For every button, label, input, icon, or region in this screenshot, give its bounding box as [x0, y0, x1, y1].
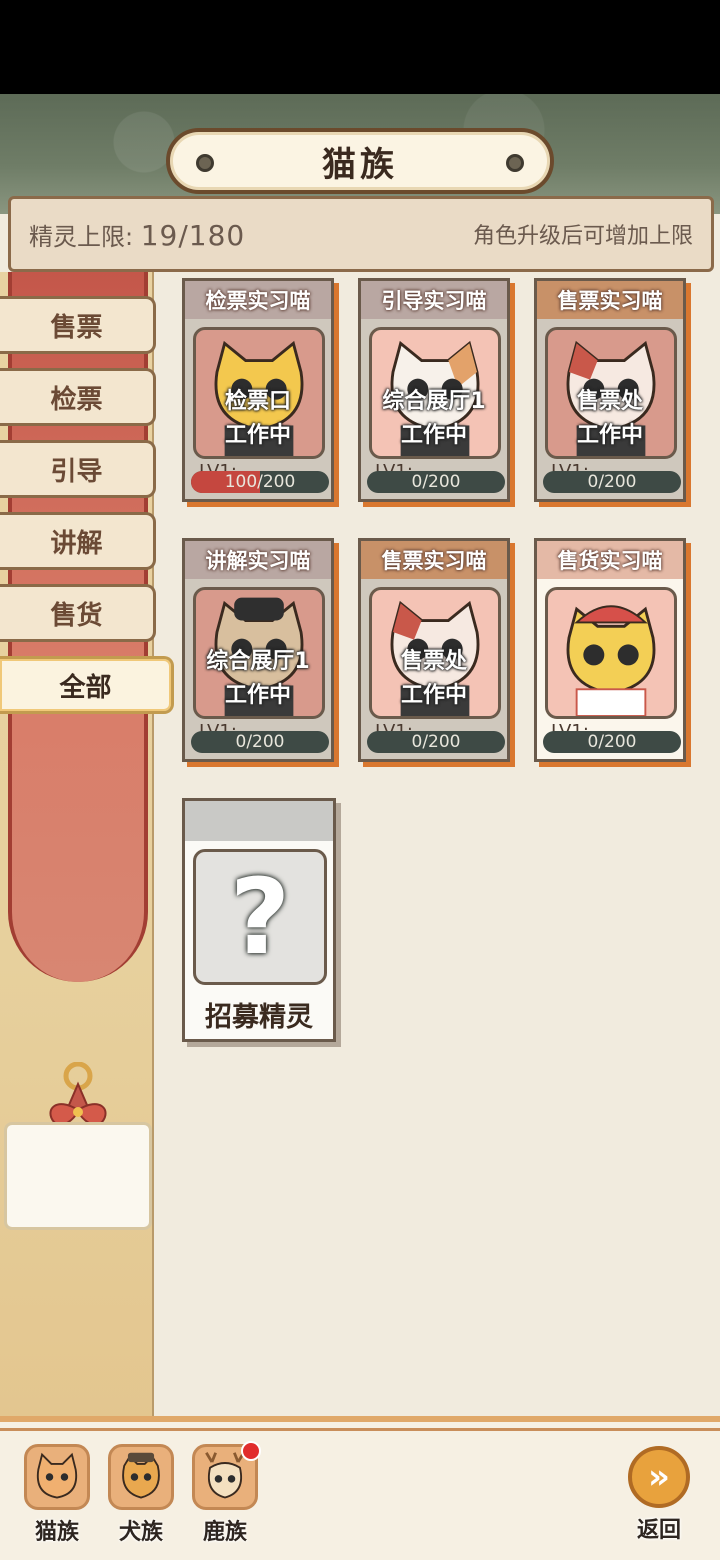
- spirit-card[interactable]: 引导实习喵 综合展厅1 工作中 LV1: 0/200: [358, 278, 510, 502]
- tab-all[interactable]: 全部: [0, 656, 174, 714]
- spirit-limit-bar: 精灵上限: 19/180 角色升级后可增加上限: [8, 196, 714, 272]
- status-bar: [0, 0, 720, 94]
- spirit-card[interactable]: 售货实习喵 LV1: 0/200: [534, 538, 686, 762]
- dog-icon: [108, 1444, 174, 1510]
- exp-progress-bar: 0/200: [191, 731, 329, 753]
- tab-label: 全部: [59, 672, 112, 703]
- tab-ticket-check[interactable]: 检票: [0, 368, 156, 426]
- card-title: 售票实习喵: [361, 541, 507, 579]
- spirit-card[interactable]: 检票实习喵 检票口 工作中 LV1: 100/200: [182, 278, 334, 502]
- work-location: 售票处: [576, 389, 643, 414]
- question-mark-icon: ?: [229, 856, 291, 978]
- tab-label: 引导: [50, 456, 103, 487]
- nav-dog-clan[interactable]: 犬族: [106, 1444, 176, 1554]
- card-title: 售货实习喵: [537, 541, 683, 579]
- tab-label: 讲解: [50, 528, 103, 559]
- page-title: 猫族: [322, 144, 398, 185]
- back-button[interactable]: » 返回: [626, 1446, 692, 1556]
- nav-label: 犬族: [118, 1520, 163, 1545]
- exp-progress-bar: 0/200: [367, 471, 505, 493]
- game-screen: 猫族 精灵上限: 19/180 角色升级后可增加上限 售票 检票 引导 讲解 售…: [0, 94, 720, 1560]
- card-title: 讲解实习喵: [185, 541, 331, 579]
- tab-label: 检票: [50, 384, 103, 415]
- work-location: 综合展厅1: [382, 389, 486, 414]
- work-status: 综合展厅1 工作中: [185, 645, 331, 713]
- card-title: 检票实习喵: [185, 281, 331, 319]
- nav-label: 鹿族: [202, 1520, 247, 1545]
- exp-progress-bar: 0/200: [367, 731, 505, 753]
- tab-guide[interactable]: 引导: [0, 440, 156, 498]
- exp-progress-text: 0/200: [587, 472, 637, 492]
- work-state: 工作中: [576, 423, 643, 448]
- tab-ticket-sales[interactable]: 售票: [0, 296, 156, 354]
- spirit-limit-hint: 角色升级后可增加上限: [472, 224, 693, 249]
- recruit-card-header: [185, 801, 333, 841]
- card-title: 售票实习喵: [537, 281, 683, 319]
- nav-label: 猫族: [34, 1520, 79, 1545]
- exp-progress-text: 0/200: [587, 732, 637, 752]
- work-state: 工作中: [400, 423, 467, 448]
- sidebar: 售票 检票 引导 讲解 售货 全部: [0, 272, 174, 1422]
- work-state: 工作中: [224, 423, 291, 448]
- exp-progress-text: 0/200: [411, 472, 461, 492]
- plaque-rivet-icon: [506, 154, 524, 172]
- work-status: 售票处 工作中: [361, 645, 507, 713]
- tab-explain[interactable]: 讲解: [0, 512, 156, 570]
- work-state: 工作中: [400, 683, 467, 708]
- title-plaque: 猫族: [166, 128, 554, 194]
- cat-portrait-icon: [545, 587, 677, 719]
- tab-label: 售货: [50, 600, 103, 631]
- cat-icon: [24, 1444, 90, 1510]
- exp-progress-bar: 100/200: [191, 471, 329, 493]
- exp-progress-text: 100/200: [224, 472, 296, 492]
- chevron-right-icon: »: [628, 1446, 690, 1508]
- exp-progress-bar: 0/200: [543, 731, 681, 753]
- notification-badge: [241, 1441, 261, 1461]
- spirit-limit-value: 19/180: [140, 218, 246, 252]
- card-title: 引导实习喵: [361, 281, 507, 319]
- spirit-card[interactable]: 售票实习喵 售票处 工作中 LV1: 0/200: [358, 538, 510, 762]
- spirit-card[interactable]: 售票实习喵 售票处 工作中 LV1: 0/200: [534, 278, 686, 502]
- tab-label: 售票: [50, 312, 103, 343]
- recruit-label: 招募精灵: [205, 1002, 313, 1033]
- work-location: 综合展厅1: [206, 649, 310, 674]
- deer-icon: [192, 1441, 261, 1510]
- sidebar-info-box: [4, 1122, 152, 1230]
- work-location: 检票口: [224, 389, 291, 414]
- work-state: 工作中: [224, 683, 291, 708]
- work-status: 检票口 工作中: [185, 385, 331, 453]
- recruit-spirit-card[interactable]: ? 招募精灵: [182, 798, 336, 1042]
- back-label: 返回: [636, 1518, 681, 1543]
- spirit-limit: 精灵上限: 19/180: [29, 217, 245, 252]
- nav-deer-clan[interactable]: 鹿族: [190, 1441, 261, 1554]
- plaque-rivet-icon: [196, 154, 214, 172]
- bottom-nav: 猫族 犬族 鹿族 » 返回: [0, 1416, 720, 1560]
- tab-goods[interactable]: 售货: [0, 584, 156, 642]
- exp-progress-text: 0/200: [235, 732, 285, 752]
- work-location: 售票处: [400, 649, 467, 674]
- spirit-limit-label: 精灵上限:: [29, 222, 134, 251]
- exp-progress-bar: 0/200: [543, 471, 681, 493]
- work-status: 综合展厅1 工作中: [361, 385, 507, 453]
- work-status: 售票处 工作中: [537, 385, 683, 453]
- recruit-portrait: ?: [193, 849, 327, 985]
- nav-cat-clan[interactable]: 猫族: [22, 1444, 92, 1554]
- spirit-card[interactable]: 讲解实习喵 综合展厅1 工作中 LV1: 0/200: [182, 538, 334, 762]
- exp-progress-text: 0/200: [411, 732, 461, 752]
